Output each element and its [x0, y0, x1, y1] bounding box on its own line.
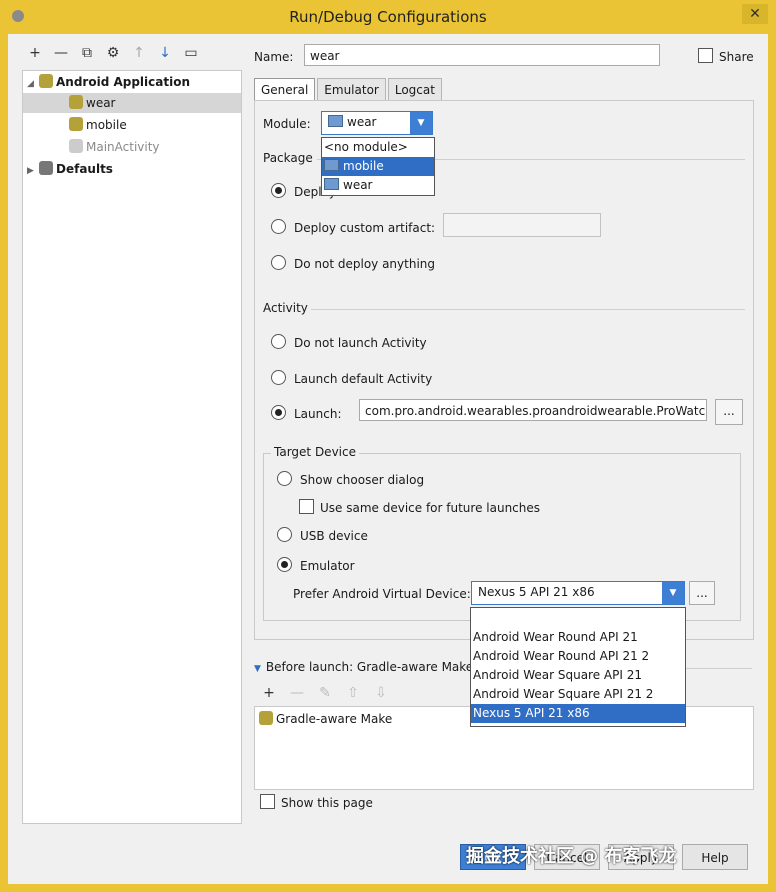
module-label: Module:	[263, 117, 311, 131]
name-label: Name:	[254, 50, 294, 64]
help-button[interactable]: Help	[682, 844, 748, 870]
title-bar: Run/Debug Configurations ✕	[0, 0, 776, 34]
activity-section-label: Activity	[263, 301, 308, 315]
window-title: Run/Debug Configurations	[289, 8, 487, 26]
expand-arrow-icon[interactable]: ◢	[27, 74, 39, 94]
chevron-down-icon[interactable]: ▼	[662, 582, 684, 604]
config-tabs: General Emulator Logcat	[254, 78, 444, 101]
deploy-custom-radio[interactable]: Deploy custom artifact:	[271, 219, 435, 235]
before-launch-toolbar: + — ✎ ⇧ ⇩	[260, 684, 390, 704]
wrench-icon	[39, 161, 53, 175]
module-select[interactable]: wear ▼	[321, 111, 433, 135]
chevron-down-icon[interactable]: ▼	[410, 112, 432, 134]
tab-general[interactable]: General	[254, 78, 316, 101]
module-dropdown-list: <no module> mobile wear	[321, 137, 435, 196]
copy-icon[interactable]: ⧉	[78, 44, 96, 62]
list-item[interactable]: Gradle-aware Make	[259, 709, 392, 729]
android-icon	[39, 74, 53, 88]
target-device-label: Target Device	[271, 445, 359, 459]
gradle-icon	[259, 711, 273, 725]
android-icon	[69, 117, 83, 131]
share-checkbox-box[interactable]	[698, 48, 713, 63]
module-icon	[324, 178, 339, 190]
config-toolbar: + — ⧉ ⚙ ↑ ↓ ▭	[26, 44, 200, 64]
avd-select[interactable]: Nexus 5 API 21 x86 ▼	[471, 581, 685, 605]
close-button[interactable]: ✕	[742, 4, 768, 24]
config-tree: ◢ Android Application wear mobile MainAct…	[22, 70, 242, 824]
down-icon[interactable]: ↓	[156, 44, 174, 62]
remove-icon[interactable]: —	[288, 684, 306, 702]
launch-activity-input[interactable]: com.pro.android.wearables.proandroidwear…	[359, 399, 707, 421]
name-input[interactable]: wear	[304, 44, 660, 66]
folder-icon[interactable]: ▭	[182, 44, 200, 62]
avd-option[interactable]: Nexus 5 API 21 x86	[471, 704, 685, 723]
settings-icon[interactable]: ⚙	[104, 44, 122, 62]
tree-item-wear[interactable]: wear	[23, 93, 241, 113]
add-icon[interactable]: +	[26, 44, 44, 62]
watermark-text: 掘金技术社区 @ 布客飞龙	[466, 846, 677, 867]
avd-option[interactable]: Android Wear Square API 21	[471, 666, 685, 685]
collapse-arrow-icon[interactable]: ▼	[254, 664, 261, 674]
tree-defaults[interactable]: ▶ Defaults	[27, 159, 113, 179]
tree-item-mobile[interactable]: mobile	[69, 115, 127, 135]
show-page-checkbox[interactable]: Show this page	[260, 794, 373, 810]
up-icon[interactable]: ↑	[130, 44, 148, 62]
no-deploy-radio[interactable]: Do not deploy anything	[271, 255, 435, 271]
avd-browse-button[interactable]: ...	[689, 581, 715, 605]
launch-default-radio[interactable]: Launch default Activity	[271, 370, 432, 386]
chooser-radio[interactable]: Show chooser dialog	[277, 471, 424, 487]
no-launch-radio[interactable]: Do not launch Activity	[271, 334, 427, 350]
module-option-none[interactable]: <no module>	[322, 138, 434, 157]
same-device-checkbox[interactable]: Use same device for future launches	[299, 499, 540, 515]
up-icon[interactable]: ⇧	[344, 684, 362, 702]
tree-item-mainactivity[interactable]: MainActivity	[69, 137, 160, 157]
remove-icon[interactable]: —	[52, 44, 70, 62]
tree-android-application[interactable]: ◢ Android Application	[27, 72, 190, 92]
module-icon	[324, 159, 339, 171]
down-icon[interactable]: ⇩	[372, 684, 390, 702]
android-icon	[69, 139, 83, 153]
before-launch-header[interactable]: ▼ Before launch: Gradle-aware Make	[254, 660, 473, 674]
android-icon	[69, 95, 83, 109]
share-checkbox[interactable]: Share	[698, 48, 754, 64]
avd-option[interactable]: Android Wear Square API 21 2	[471, 685, 685, 704]
launch-browse-button[interactable]: ...	[715, 399, 743, 425]
edit-icon[interactable]: ✎	[316, 684, 334, 702]
tab-logcat[interactable]: Logcat	[387, 78, 442, 101]
package-section-label: Package	[263, 151, 313, 165]
usb-radio[interactable]: USB device	[277, 527, 368, 543]
avd-dropdown-list: Android Wear Round API 21 Android Wear R…	[470, 607, 686, 727]
prefer-avd-label: Prefer Android Virtual Device:	[293, 587, 471, 601]
module-icon	[328, 115, 343, 127]
module-option-mobile[interactable]: mobile	[322, 157, 434, 176]
divider	[311, 309, 745, 310]
emulator-radio[interactable]: Emulator	[277, 557, 355, 573]
add-icon[interactable]: +	[260, 684, 278, 702]
dialog-window: Run/Debug Configurations ✕ + — ⧉ ⚙ ↑ ↓ ▭…	[0, 0, 776, 892]
artifact-select[interactable]	[443, 213, 601, 237]
collapse-arrow-icon[interactable]: ▶	[27, 161, 39, 181]
avd-option[interactable]: Android Wear Round API 21 2	[471, 647, 685, 666]
tab-emulator[interactable]: Emulator	[317, 78, 386, 101]
module-option-wear[interactable]: wear	[322, 176, 434, 195]
launch-radio[interactable]: Launch:	[271, 405, 342, 421]
avd-option[interactable]: Android Wear Round API 21	[471, 628, 685, 647]
